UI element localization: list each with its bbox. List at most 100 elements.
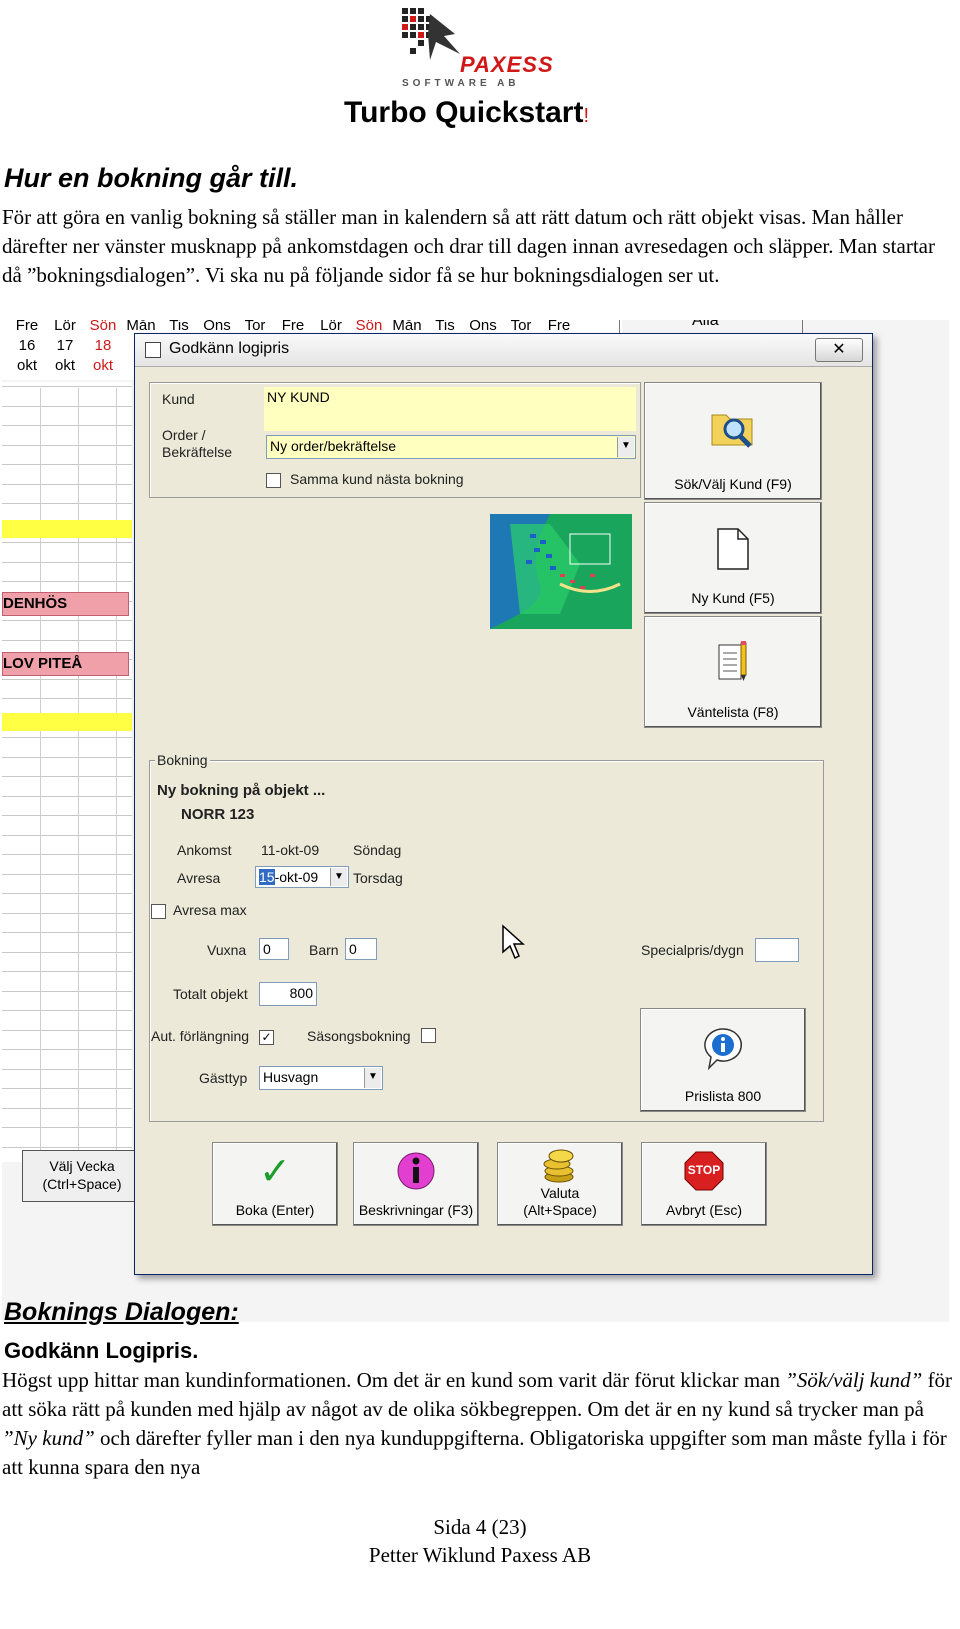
booking-bar[interactable] (2, 713, 132, 731)
booking-bar[interactable]: LOV PITEÅ (2, 652, 129, 676)
sok-valj-kund-label: Sök/Välj Kund (F9) (674, 476, 792, 492)
checkmark-icon: ✓ (259, 1149, 291, 1193)
body-emphasis-sok: ”Sök/välj kund” (785, 1368, 923, 1392)
dialog-titlebar[interactable]: Godkänn logipris ✕ (135, 334, 872, 367)
valj-vecka-button[interactable]: Välj Vecka (Ctrl+Space) (22, 1150, 142, 1202)
calendar-row-line (2, 581, 132, 582)
kund-value: NY KUND (267, 389, 330, 405)
aut-forlangning-checkbox[interactable]: ✓ (259, 1030, 274, 1045)
avresa-label: Avresa (177, 870, 221, 886)
order-select[interactable]: Ny order/bekräftelse ▼ (266, 435, 636, 459)
dialog-title: Godkänn logipris (169, 340, 290, 357)
calendar-row-line (2, 1030, 132, 1031)
calendar-row-line (2, 620, 132, 621)
calendar-row-line (2, 815, 132, 816)
boka-button[interactable]: ✓ Boka (Enter) (212, 1142, 338, 1226)
gasttyp-value: Husvagn (263, 1069, 319, 1085)
calendar-day-day: Lör (54, 320, 76, 334)
coins-icon (539, 1147, 581, 1189)
order-label-line1: Order / (162, 427, 206, 443)
prislista-button[interactable]: Prislista 800 (640, 1008, 806, 1112)
kund-label: Kund (162, 391, 195, 407)
sasongsbokning-checkbox[interactable] (421, 1028, 436, 1043)
calendar-row-line (2, 1088, 132, 1089)
calendar-row-line (2, 542, 132, 543)
objekt-name: NORR 123 (181, 806, 255, 823)
notepad-pencil-icon (715, 639, 751, 689)
calendar-row-line (2, 698, 132, 699)
calendar-day-month: okt (92, 357, 113, 374)
new-document-icon (715, 527, 751, 575)
chevron-down-icon[interactable]: ▼ (330, 868, 347, 886)
calendar-row-line (2, 503, 132, 504)
logo-wordmark: PAXESS (460, 52, 554, 77)
avbryt-button[interactable]: STOP Avbryt (Esc) (641, 1142, 767, 1226)
document-title: Turbo Quickstart! (344, 96, 589, 130)
calendar-day-date: 16 (18, 337, 36, 354)
calendar-day-month: okt (16, 357, 37, 374)
vantelista-label: Väntelista (F8) (687, 704, 779, 720)
body-paragraph: Högst upp hittar man kundinformationen. … (2, 1366, 960, 1482)
totalt-objekt-input[interactable]: 800 (259, 982, 317, 1006)
body-emphasis-nykund: ”Ny kund” (2, 1426, 95, 1450)
calendar-row-line (2, 1049, 132, 1050)
booking-bar[interactable]: DENHÖS (2, 592, 129, 616)
calendar-day-date: 18 (94, 337, 112, 354)
calendar-row-line (2, 757, 132, 758)
avresa-max-checkbox[interactable] (151, 904, 166, 919)
samma-kund-checkbox[interactable] (266, 473, 281, 488)
calendar-row-line (2, 1010, 132, 1011)
valuta-label-line2: (Alt+Space) (523, 1202, 597, 1218)
calendar-filter-label: Alla (692, 320, 719, 329)
calendar-day-header[interactable]: Lör 17 okt (46, 320, 84, 376)
gasttyp-select[interactable]: Husvagn ▼ (259, 1066, 383, 1090)
kund-field[interactable]: NY KUND (264, 387, 636, 431)
calendar-row-line (2, 1069, 132, 1070)
ny-kund-button[interactable]: Ny Kund (F5) (644, 502, 822, 614)
booking-bar[interactable] (2, 520, 132, 538)
vuxna-input[interactable]: 0 (259, 938, 289, 960)
calendar-row-line (2, 952, 132, 953)
calendar-row-line (2, 854, 132, 855)
body-text-start: Högst upp hittar man kundinformationen. … (2, 1368, 786, 1392)
specialpris-label: Specialpris/dygn (641, 942, 744, 958)
calendar-row-line (2, 425, 132, 426)
calendar-row-line (2, 796, 132, 797)
calendar-row-line (2, 971, 132, 972)
info-icon (396, 1151, 436, 1195)
barn-label: Barn (309, 942, 339, 958)
samma-kund-label: Samma kund nästa bokning (290, 471, 464, 487)
specialpris-input[interactable] (755, 938, 799, 962)
chevron-down-icon[interactable]: ▼ (617, 437, 634, 457)
valuta-button[interactable]: Valuta (Alt+Space) (497, 1142, 623, 1226)
totalt-objekt-label: Totalt objekt (173, 986, 248, 1002)
close-button[interactable]: ✕ (815, 338, 863, 362)
calendar-row-line (2, 835, 132, 836)
valuta-label: Valuta (Alt+Space) (498, 1185, 622, 1219)
boknings-dialogen-heading: Boknings Dialogen: (4, 1298, 239, 1326)
valj-vecka-shortcut: (Ctrl+Space) (42, 1176, 122, 1192)
godkann-logipris-subheading: Godkänn Logipris. (4, 1338, 199, 1363)
window-icon (145, 342, 161, 358)
avresa-date-rest: -okt-09 (274, 869, 319, 885)
barn-input[interactable]: 0 (345, 938, 377, 960)
calendar-row-line (2, 406, 132, 407)
chevron-down-icon[interactable]: ▼ (364, 1068, 381, 1088)
vantelista-button[interactable]: Väntelista (F8) (644, 616, 822, 728)
beskrivningar-button[interactable]: Beskrivningar (F3) (353, 1142, 479, 1226)
ankomst-day: Söndag (353, 842, 402, 858)
avresa-date-picker[interactable]: 15-okt-09 ▼ (255, 866, 349, 888)
calendar-row-line (2, 386, 132, 387)
calendar-row-line (2, 464, 132, 465)
search-folder-icon (710, 405, 756, 453)
calendar-row-line (2, 737, 132, 738)
calendar-day-header[interactable]: Sön 18 okt (84, 320, 122, 376)
calendar-row-line (2, 874, 132, 875)
godkann-logipris-dialog: Godkänn logipris ✕ Kund NY KUND Order / … (134, 333, 873, 1275)
calendar-row-line (2, 640, 132, 641)
intro-paragraph: För att göra en vanlig bokning så ställe… (2, 205, 935, 287)
stop-sign-icon: STOP (684, 1151, 724, 1195)
section-heading: Hur en bokning går till. (4, 163, 299, 193)
sok-valj-kund-button[interactable]: Sök/Välj Kund (F9) (644, 382, 822, 500)
calendar-day-header[interactable]: Fre 16 okt (8, 320, 46, 376)
